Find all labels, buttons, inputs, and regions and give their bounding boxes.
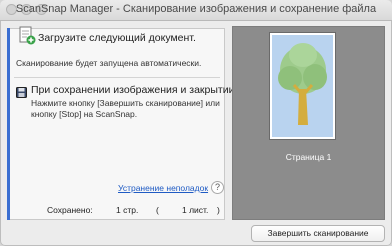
saved-pages: 1 стр. (116, 205, 139, 215)
tree-image (270, 33, 335, 139)
title-bar: ScanSnap Manager - Сканирование изображе… (0, 0, 392, 21)
troubleshooting-link[interactable]: Устранение неполадок (118, 183, 208, 193)
active-step-indicator (7, 28, 10, 220)
page-label: Страница 1 (285, 152, 332, 162)
step2-description: Нажмите кнопку [Завершить сканирование] … (31, 98, 221, 120)
divider (14, 77, 220, 78)
step2-description-line2: кнопку [Stop] на ScanSnap. (31, 109, 138, 119)
finish-scan-button[interactable]: Завершить сканирование (251, 225, 385, 242)
step1-description: Сканирование будет запущена автоматическ… (16, 58, 202, 68)
step2-description-line1: Нажмите кнопку [Завершить сканирование] … (31, 98, 220, 108)
page-thumbnail[interactable] (269, 32, 336, 140)
window-title: ScanSnap Manager - Сканирование изображе… (15, 3, 377, 15)
step1-title: Загрузите следующий документ. (38, 32, 196, 44)
help-button[interactable]: ? (211, 181, 224, 194)
scansnap-window: ScanSnap Manager - Сканирование изображе… (0, 0, 392, 246)
saved-label: Сохранено: (47, 205, 93, 215)
save-icon (16, 85, 27, 103)
saved-open-paren: ( (156, 205, 159, 215)
saved-sheets: 1 лист. (182, 205, 209, 215)
step2-title: При сохранении изображения и закрытии (31, 84, 235, 96)
load-document-icon (19, 26, 36, 50)
saved-close-paren: ) (217, 205, 220, 215)
